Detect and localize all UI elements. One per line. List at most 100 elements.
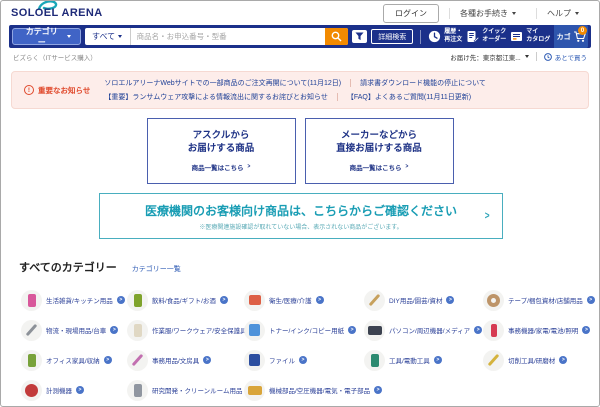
- chevron-down-icon: [118, 35, 122, 38]
- quick-order-icon: [466, 30, 479, 43]
- login-button[interactable]: ログイン: [383, 4, 439, 23]
- category-menu-button[interactable]: カテゴリー: [12, 28, 81, 45]
- cart-count-badge: 0: [578, 26, 587, 35]
- category-label: 作業服/ワークウェア/安全保護具: [152, 325, 247, 335]
- delivery-address-select[interactable]: お届け先：東京都江東...: [450, 52, 528, 62]
- sub-header-row: ビズらく（ITサービス購入） お届け先：東京都江東... あとで買う: [13, 50, 587, 63]
- chevron-circle-icon: >: [434, 356, 442, 364]
- logistics-icon: [21, 320, 42, 341]
- notice-link[interactable]: 【FAQ】よくあるご質問(11月11日更新): [328, 92, 471, 102]
- top-header: SOLOEL ARENA ログイン 各種お手続き ヘルプ: [1, 1, 599, 25]
- category-item[interactable]: DIY用品/園芸/資材 >: [358, 290, 477, 311]
- search-button[interactable]: [325, 28, 348, 45]
- toner-icon: [244, 320, 265, 341]
- askul-product-list-link[interactable]: 商品一覧はこちら >: [192, 162, 251, 172]
- notice-banner: ! 重要なお知らせ ソロエルアリーナWebサイトでの一部商品のご注文再開について…: [11, 71, 589, 109]
- my-catalog-icon: [510, 30, 523, 43]
- category-item[interactable]: 飲料/食品/ギフト/お酒 >: [121, 290, 238, 311]
- bizraku-service-link[interactable]: ビズらく（ITサービス購入）: [13, 52, 97, 62]
- category-item[interactable]: 工具/電動工具 >: [358, 350, 477, 371]
- search-scope-select[interactable]: すべて: [85, 28, 131, 45]
- chevron-circle-icon: >: [446, 296, 454, 304]
- category-label: 事務用品/文房具: [152, 355, 199, 365]
- medical-banner-title: 医療機関のお客様向け商品は、こちらからご確認ください: [145, 202, 457, 219]
- chevron-circle-icon: >: [76, 386, 84, 394]
- machine-parts-icon: [244, 380, 265, 401]
- chevron-circle-icon: >: [220, 296, 228, 304]
- notice-link[interactable]: 【重要】ランサムウェア攻撃による情報流出に関するお詫びとお知らせ: [104, 92, 328, 102]
- category-item[interactable]: トナー/インク/コピー用紙 >: [238, 320, 358, 341]
- quick-order-button[interactable]: クイックオーダー: [466, 29, 506, 43]
- help-menu[interactable]: ヘルプ: [536, 8, 589, 19]
- order-history-button[interactable]: 履歴・再注文: [428, 29, 462, 43]
- chevron-down-icon: [512, 12, 516, 15]
- categories-header: すべてのカテゴリー カテゴリー一覧: [19, 259, 181, 275]
- notice-link[interactable]: 請求書ダウンロード機能の停止について: [341, 78, 486, 88]
- filter-icon[interactable]: [352, 30, 367, 43]
- category-label: 事務機器/家電/電池/照明: [508, 325, 578, 335]
- advanced-search-button[interactable]: 詳細検索: [371, 29, 413, 44]
- maker-product-list-link[interactable]: 商品一覧はこちら >: [350, 162, 409, 172]
- medical-banner[interactable]: 医療機関のお客様向け商品は、こちらからご確認ください ※医療関連施設確認が取れて…: [99, 193, 503, 239]
- chevron-circle-icon: >: [374, 386, 382, 394]
- category-item[interactable]: 事務機器/家電/電池/照明 >: [477, 320, 577, 341]
- maker-delivery-box[interactable]: メーカーなどから 直接お届けする商品 商品一覧はこちら >: [305, 118, 454, 184]
- chevron-right-icon: >: [405, 163, 408, 170]
- category-item[interactable]: 切削工具/研磨材 >: [477, 350, 577, 371]
- buy-later-link[interactable]: あとで買う: [544, 52, 587, 62]
- category-item[interactable]: 作業服/ワークウェア/安全保護具 >: [121, 320, 238, 341]
- category-item[interactable]: 計測機器 >: [15, 380, 121, 401]
- askul-delivery-box[interactable]: アスクルから お届けする商品 商品一覧はこちら >: [147, 118, 296, 184]
- category-label: テープ/梱包資材/店舗用品: [508, 295, 583, 305]
- category-item[interactable]: 機械部品/空圧機器/電気・電子部品 >: [238, 380, 358, 401]
- my-catalog-label: マイカタログ: [526, 29, 550, 43]
- category-item[interactable]: 研究開発・クリーンルーム用品 >: [121, 380, 238, 401]
- later-clock-icon: [544, 53, 552, 61]
- category-grid: 生活雑貨/キッチン用品 > 飲料/食品/ギフト/お酒 > 衛生/医療/介護 > …: [15, 285, 593, 405]
- cutting-tool-icon: [483, 350, 504, 371]
- notice-line-1: ソロエルアリーナWebサイトでの一部商品のご注文再開について(11月12日) 請…: [104, 78, 486, 88]
- chevron-circle-icon: >: [316, 296, 324, 304]
- logo[interactable]: SOLOEL ARENA: [11, 1, 103, 25]
- category-label: 研究開発・クリーンルーム用品: [152, 385, 242, 395]
- page: SOLOEL ARENA ログイン 各種お手続き ヘルプ カテゴリー すべて: [0, 0, 600, 407]
- delivery-boxes: アスクルから お届けする商品 商品一覧はこちら > メーカーなどから 直接お届け…: [1, 118, 599, 184]
- cart-label: カゴ: [557, 32, 571, 42]
- category-label: 飲料/食品/ギフト/お酒: [152, 295, 216, 305]
- category-item[interactable]: 衛生/医療/介護 >: [238, 290, 358, 311]
- category-label: 計測機器: [46, 385, 72, 395]
- my-catalog-button[interactable]: マイカタログ: [510, 29, 550, 43]
- category-list-link[interactable]: カテゴリー一覧: [132, 264, 181, 274]
- category-item[interactable]: 事務用品/文房具 >: [121, 350, 238, 371]
- help-label: ヘルプ: [547, 8, 571, 19]
- category-label: DIY用品/園芸/資材: [389, 295, 442, 305]
- category-label: 物流・現場用品/台車: [46, 325, 106, 335]
- category-item[interactable]: 物流・現場用品/台車 >: [15, 320, 121, 341]
- battery-icon: [483, 320, 504, 341]
- funnel-glyph: [355, 32, 364, 41]
- procedures-menu[interactable]: 各種お手続き: [449, 8, 526, 19]
- cart-button[interactable]: カゴ 0: [554, 25, 588, 48]
- search-icon: [331, 31, 342, 42]
- nav-divider: [420, 30, 421, 44]
- chevron-circle-icon: >: [587, 296, 595, 304]
- search-input[interactable]: [131, 28, 326, 45]
- subrow-right: お届け先：東京都江東... あとで買う: [450, 52, 587, 62]
- category-item[interactable]: パソコン/周辺機器/メディア >: [358, 320, 477, 341]
- chevron-down-icon: [575, 12, 579, 15]
- maker-delivery-title: メーカーなどから 直接お届けする商品: [336, 130, 422, 156]
- search-bar: すべて: [85, 28, 349, 45]
- notice-link[interactable]: ソロエルアリーナWebサイトでの一部商品のご注文再開について(11月12日): [104, 78, 341, 88]
- category-item[interactable]: 生活雑貨/キッチン用品 >: [15, 290, 121, 311]
- workwear-icon: [127, 320, 148, 341]
- category-item[interactable]: テープ/梱包資材/店舗用品 >: [477, 290, 577, 311]
- diy-icon: [364, 290, 385, 311]
- category-item[interactable]: オフィス家具/収納 >: [15, 350, 121, 371]
- category-label: 生活雑貨/キッチン用品: [46, 295, 113, 305]
- divider: [536, 52, 537, 61]
- measuring-icon: [21, 380, 42, 401]
- tape-icon: [483, 290, 504, 311]
- chevron-circle-icon: >: [348, 326, 356, 334]
- search-scope-value: すべて: [92, 31, 115, 42]
- category-item[interactable]: ファイル >: [238, 350, 358, 371]
